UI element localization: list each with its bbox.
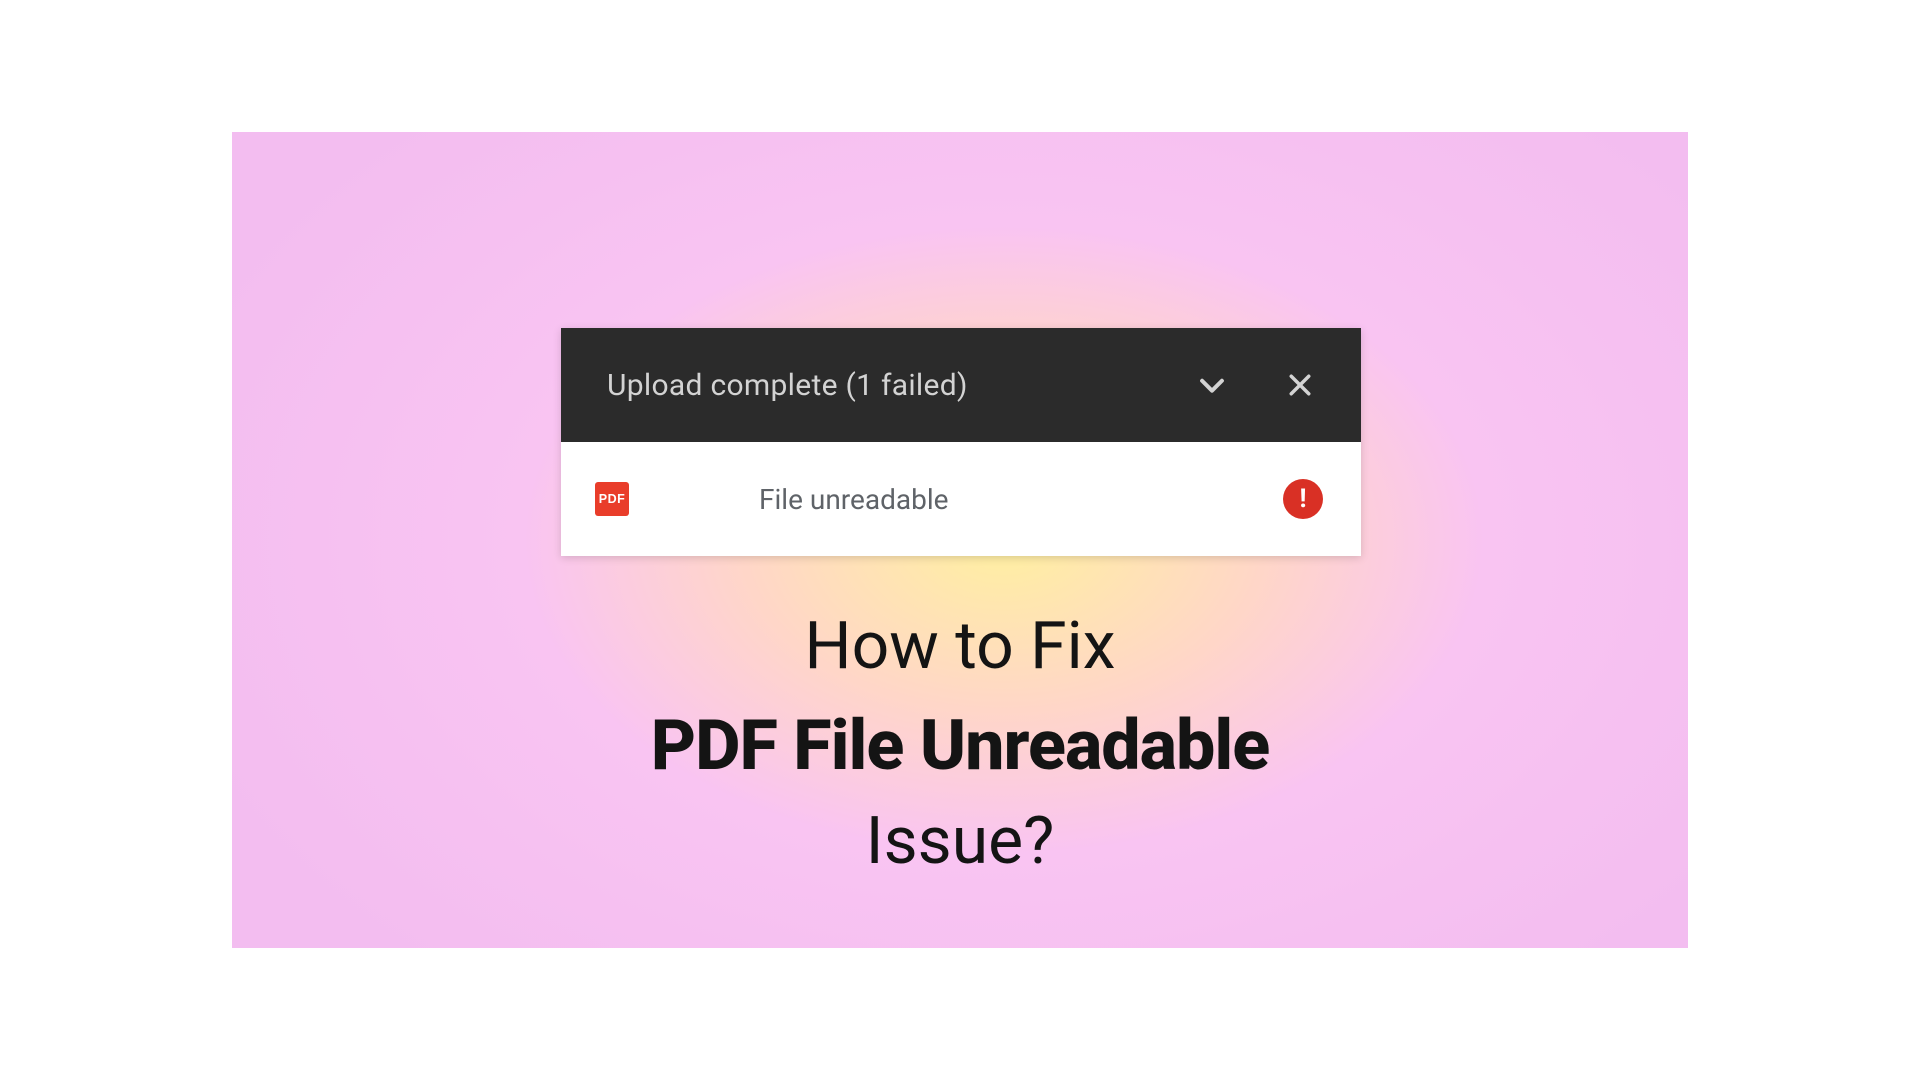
- headline-line-2: PDF File Unreadable: [232, 704, 1688, 788]
- chevron-down-icon[interactable]: [1195, 368, 1229, 402]
- pdf-file-icon: PDF: [595, 482, 629, 516]
- header-icon-group: [1195, 368, 1315, 402]
- upload-status-title: Upload complete (1 failed): [607, 368, 1195, 403]
- headline-line-1: How to Fix: [232, 607, 1688, 686]
- file-status-text: File unreadable: [629, 483, 1283, 516]
- page-headline: How to Fix PDF File Unreadable Issue?: [232, 607, 1688, 881]
- upload-notification-card: Upload complete (1 failed) PDF File unre…: [561, 328, 1361, 556]
- error-exclamation-icon: !: [1283, 479, 1323, 519]
- upload-card-body: PDF File unreadable !: [561, 442, 1361, 556]
- upload-card-header: Upload complete (1 failed): [561, 328, 1361, 442]
- close-icon[interactable]: [1285, 370, 1315, 400]
- promo-canvas: Upload complete (1 failed) PDF File unre…: [232, 132, 1688, 948]
- headline-line-3: Issue?: [232, 802, 1688, 881]
